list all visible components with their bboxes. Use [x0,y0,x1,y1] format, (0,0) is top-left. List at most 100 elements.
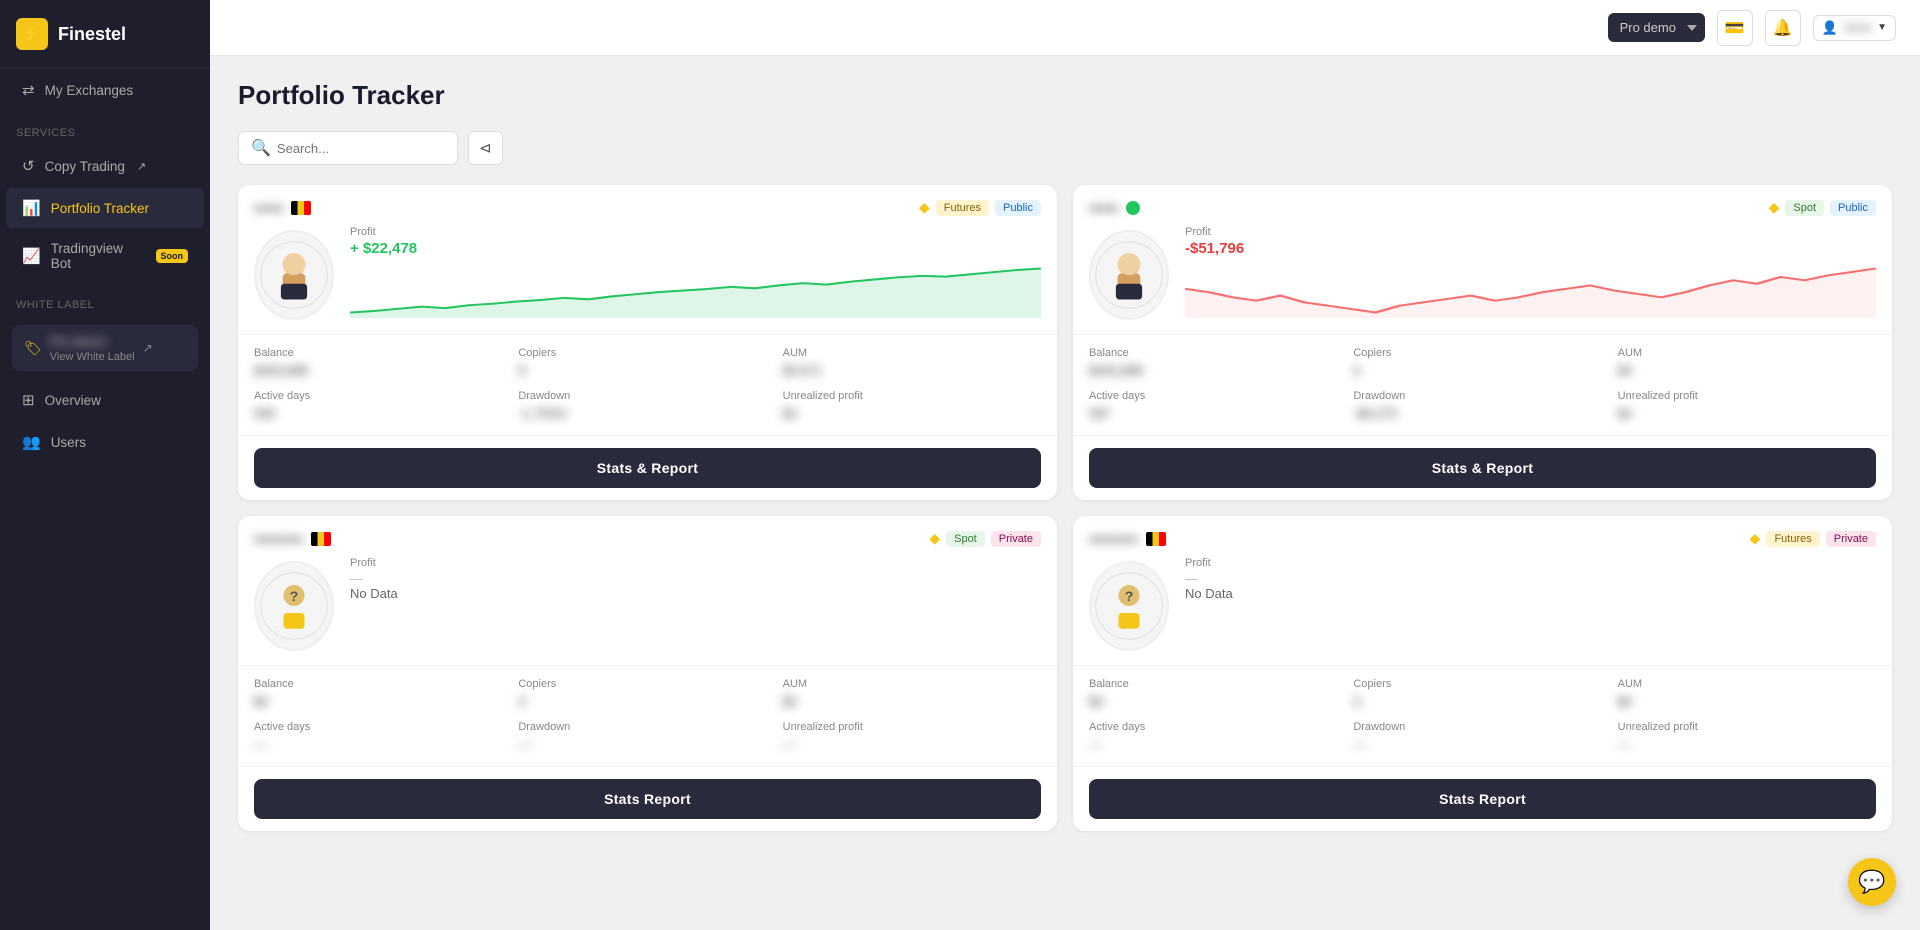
card-stats: Balance $0 Copiers 0 AUM $0 Active days … [238,665,1057,766]
card-stats: Balance $455,888 Copiers 6 AUM $4 Active… [1073,334,1892,435]
active-days-label: Active days [254,390,512,402]
copy-trading-icon: ↺ [22,157,35,175]
flag-icon [291,201,311,215]
unrealized-label: Unrealized profit [1618,390,1876,402]
card-body: Profit + $22,478 [238,226,1057,334]
wallet-button[interactable]: 💳 [1717,10,1753,46]
visibility-tag: Public [1830,200,1876,216]
tracker-card: •••••• ◆ Spot Public Profit [1073,185,1892,500]
type-tag: Spot [1785,200,1824,216]
stat-drawdown: Drawdown — [518,721,776,754]
stat-balance: Balance $0 [254,678,512,711]
stats-report-button[interactable]: Stats & Report [1089,448,1876,488]
visibility-tag: Private [1826,531,1876,547]
page-title: Portfolio Tracker [238,80,1892,111]
flag-icon [311,532,331,546]
portfolio-icon: 📊 [22,199,41,217]
chat-icon: 💬 [1858,869,1885,895]
avatar-wrap: ? [1089,561,1169,651]
profit-nodata: No Data [1185,586,1876,601]
copiers-value: 0 [518,694,525,709]
app-name: Finestel [58,24,126,45]
svg-text:?: ? [290,588,299,604]
topbar: Pro demo Basic Premium 💳 🔔 👤 •••••• ▼ [210,0,1920,56]
mini-chart [1185,263,1876,318]
sidebar-item-users[interactable]: 👥 Users [6,422,204,462]
sidebar-item-tradingview-bot[interactable]: 📈 Tradingview Bot Soon [6,230,204,282]
stat-balance: Balance $455,888 [254,347,512,380]
white-label-section-label: White Label [0,283,210,317]
tracker-card: •••••••••• ◆ Spot Private ? Profit [238,516,1057,831]
sidebar-label-portfolio: Portfolio Tracker [51,201,149,216]
drawdown-value: -$6,275 [1353,406,1397,421]
search-box[interactable]: 🔍 [238,131,458,165]
filter-button[interactable]: ⊲ [468,131,503,165]
card-name: •••••• [254,200,283,216]
users-icon: 👥 [22,433,41,451]
search-input[interactable] [277,141,445,156]
card-name: •••••••••• [254,531,303,547]
stat-unrealized: Unrealized profit — [783,721,1041,754]
main-area: Pro demo Basic Premium 💳 🔔 👤 •••••• ▼ Po… [210,0,1920,930]
stat-balance: Balance $0 [1089,678,1347,711]
logo-icon: ⚡ [16,18,48,50]
drawdown-value: — [518,737,531,752]
balance-label: Balance [1089,678,1347,690]
white-label-box[interactable]: 🏷 Pro demo View White Label ↗ [12,325,198,371]
aum-value: $4 [1618,363,1632,378]
page-content: Portfolio Tracker 🔍 ⊲ •••••• ◆ Futures [210,56,1920,930]
tracker-card: •••••• ◆ Futures Public Profit [238,185,1057,500]
binance-icon: ◆ [919,199,930,216]
stat-copiers: Copiers 8 [518,347,776,380]
plan-selector[interactable]: Pro demo Basic Premium [1608,13,1705,42]
flag-circle-icon [1126,201,1140,215]
aum-label: AUM [1618,347,1876,359]
stats-report-button[interactable]: Stats Report [1089,779,1876,819]
balance-label: Balance [254,678,512,690]
profit-dash: — [1185,571,1876,586]
profit-label: Profit [350,226,1041,238]
flag-icon [1146,532,1166,546]
user-menu-button[interactable]: 👤 •••••• ▼ [1813,15,1896,41]
copiers-label: Copiers [1353,678,1611,690]
card-body: ? Profit — No Data [1073,557,1892,665]
toolbar: 🔍 ⊲ [238,131,1892,165]
white-label-section: 🏷 Pro demo View White Label ↗ [0,317,210,379]
cards-grid: •••••• ◆ Futures Public Profit [238,185,1892,831]
soon-badge: Soon [156,249,189,263]
profit-label: Profit [1185,226,1876,238]
card-footer: Stats & Report [1073,435,1892,500]
stat-drawdown: Drawdown -1,750% [518,390,776,423]
active-days-value: 565 [254,406,276,421]
card-stats: Balance $0 Copiers 0 AUM $0 Active days … [1073,665,1892,766]
notification-button[interactable]: 🔔 [1765,10,1801,46]
tv-bot-icon: 📈 [22,247,41,265]
tracker-card: •••••••••• ◆ Futures Private ? Profit [1073,516,1892,831]
stat-balance: Balance $455,888 [1089,347,1347,380]
card-name: •••••• [1089,200,1118,216]
unrealized-label: Unrealized profit [783,390,1041,402]
active-days-label: Active days [254,721,512,733]
avatar-wrap [254,230,334,320]
sidebar-item-copy-trading[interactable]: ↺ Copy Trading ↗ [6,146,204,186]
sidebar-item-my-exchanges[interactable]: ⇄ My Exchanges [6,70,204,110]
sidebar-item-portfolio-tracker[interactable]: 📊 Portfolio Tracker [6,188,204,228]
profit-value: -$51,796 [1185,240,1876,257]
wallet-icon: 💳 [1725,18,1745,38]
stats-report-button[interactable]: Stats Report [254,779,1041,819]
drawdown-value: — [1353,737,1366,752]
active-days-label: Active days [1089,390,1347,402]
aum-label: AUM [783,678,1041,690]
profit-label: Profit [350,557,1041,569]
sidebar-item-overview[interactable]: ⊞ Overview [6,380,204,420]
app-logo[interactable]: ⚡ Finestel [0,0,210,69]
stat-copiers: Copiers 0 [1353,678,1611,711]
aum-label: AUM [783,347,1041,359]
card-header: •••••• ◆ Spot Public [1073,185,1892,226]
chat-bubble-button[interactable]: 💬 [1848,858,1896,906]
avatar-placeholder: ? [259,571,329,641]
drawdown-label: Drawdown [1353,721,1611,733]
copiers-label: Copiers [1353,347,1611,359]
stats-report-button[interactable]: Stats & Report [254,448,1041,488]
chart-area: Profit — No Data [350,557,1041,651]
